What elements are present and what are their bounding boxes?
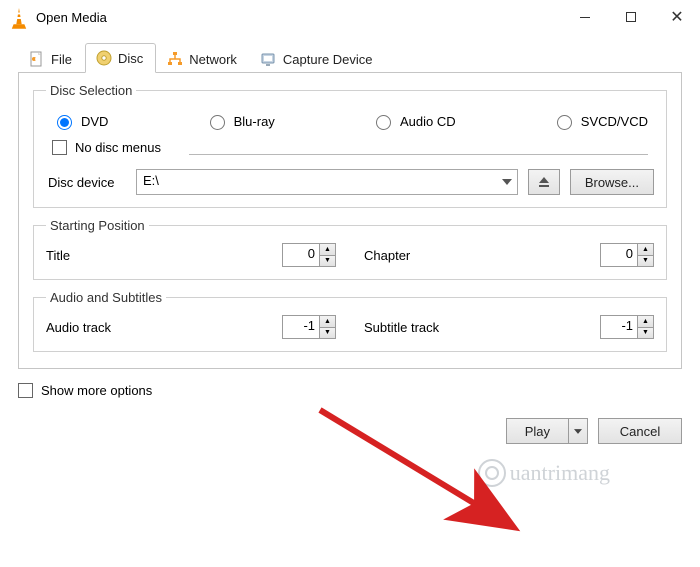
chapter-spin-down[interactable]: ▼ xyxy=(638,256,653,267)
title-value: 0 xyxy=(283,244,319,266)
watermark: uantrimang xyxy=(478,459,610,487)
tab-disc-label: Disc xyxy=(118,51,143,66)
tab-network[interactable]: Network xyxy=(156,44,250,73)
disc-device-value: E:\ xyxy=(137,170,497,194)
title-spin-up[interactable]: ▲ xyxy=(320,244,335,256)
audio-track-spinbox[interactable]: -1 ▲▼ xyxy=(282,315,336,339)
title-label: Title xyxy=(46,248,70,263)
chapter-col: Chapter 0 ▲▼ xyxy=(364,243,654,267)
cancel-label: Cancel xyxy=(620,424,660,439)
show-more-row: Show more options xyxy=(0,375,700,398)
disc-selection-legend: Disc Selection xyxy=(46,83,136,98)
disc-panel: Disc Selection DVD Blu-ray Audio CD SVCD… xyxy=(18,73,682,369)
network-icon xyxy=(167,51,183,67)
bulb-icon xyxy=(478,459,506,487)
play-dropdown-button[interactable] xyxy=(568,418,588,444)
radio-audiocd-label: Audio CD xyxy=(400,114,456,129)
subtitle-track-spinbox[interactable]: -1 ▲▼ xyxy=(600,315,654,339)
radio-bluray-input[interactable] xyxy=(210,115,225,130)
chapter-label: Chapter xyxy=(364,248,410,263)
vlc-cone-icon xyxy=(10,8,28,26)
titlebar: Open Media ✕ xyxy=(0,0,700,34)
capture-icon xyxy=(261,51,277,67)
action-row: Play Cancel xyxy=(0,398,700,444)
radio-svcd[interactable]: SVCD/VCD xyxy=(552,112,648,130)
subtitle-track-label: Subtitle track xyxy=(364,320,439,335)
file-icon xyxy=(29,51,45,67)
browse-label: Browse... xyxy=(585,175,639,190)
tab-bar: File Disc Network Capture Device xyxy=(18,42,682,73)
radio-audiocd[interactable]: Audio CD xyxy=(371,112,456,130)
audio-track-col: Audio track -1 ▲▼ xyxy=(46,315,336,339)
watermark-text: uantrimang xyxy=(510,460,610,486)
title-col: Title 0 ▲▼ xyxy=(46,243,336,267)
radio-audiocd-input[interactable] xyxy=(376,115,391,130)
audio-track-value: -1 xyxy=(283,316,319,338)
audio-spin-down[interactable]: ▼ xyxy=(320,328,335,339)
disc-device-row: Disc device E:\ Browse... xyxy=(46,163,654,195)
audio-track-label: Audio track xyxy=(46,320,111,335)
title-spinbox[interactable]: 0 ▲▼ xyxy=(282,243,336,267)
radio-svcd-input[interactable] xyxy=(557,115,572,130)
tab-capture-label: Capture Device xyxy=(283,52,373,67)
divider-line xyxy=(189,154,648,155)
cancel-button[interactable]: Cancel xyxy=(598,418,682,444)
play-label: Play xyxy=(525,424,550,439)
disc-device-combo[interactable]: E:\ xyxy=(136,169,518,195)
radio-svcd-label: SVCD/VCD xyxy=(581,114,648,129)
tab-file-label: File xyxy=(51,52,72,67)
disc-selection-group: Disc Selection DVD Blu-ray Audio CD SVCD… xyxy=(33,83,667,208)
eject-button[interactable] xyxy=(528,169,560,195)
subtitle-spin-up[interactable]: ▲ xyxy=(638,316,653,328)
radio-dvd-input[interactable] xyxy=(57,115,72,130)
radio-dvd-label: DVD xyxy=(81,114,108,129)
chapter-value: 0 xyxy=(601,244,637,266)
disc-type-row: DVD Blu-ray Audio CD SVCD/VCD xyxy=(46,108,654,140)
window-controls: ✕ xyxy=(562,2,700,32)
disc-icon xyxy=(96,50,112,66)
audio-spin-up[interactable]: ▲ xyxy=(320,316,335,328)
no-disc-menus-checkbox[interactable] xyxy=(52,140,67,155)
radio-bluray-label: Blu-ray xyxy=(234,114,275,129)
starting-position-legend: Starting Position xyxy=(46,218,149,233)
chevron-down-icon[interactable] xyxy=(497,170,517,194)
subtitle-track-value: -1 xyxy=(601,316,637,338)
show-more-checkbox[interactable] xyxy=(18,383,33,398)
browse-button[interactable]: Browse... xyxy=(570,169,654,195)
disc-device-label: Disc device xyxy=(48,175,126,190)
no-disc-menus-label: No disc menus xyxy=(75,140,161,155)
audio-subtitles-legend: Audio and Subtitles xyxy=(46,290,166,305)
radio-dvd[interactable]: DVD xyxy=(52,112,108,130)
chapter-spinbox[interactable]: 0 ▲▼ xyxy=(600,243,654,267)
tab-capture[interactable]: Capture Device xyxy=(250,44,386,73)
chapter-spin-up[interactable]: ▲ xyxy=(638,244,653,256)
tab-network-label: Network xyxy=(189,52,237,67)
starting-position-group: Starting Position Title 0 ▲▼ Chapter 0 ▲… xyxy=(33,218,667,280)
subtitle-spin-down[interactable]: ▼ xyxy=(638,328,653,339)
play-button[interactable]: Play xyxy=(506,418,568,444)
no-disc-menus-row: No disc menus xyxy=(46,140,654,163)
maximize-button[interactable] xyxy=(608,2,654,32)
radio-bluray[interactable]: Blu-ray xyxy=(205,112,275,130)
window-title: Open Media xyxy=(36,10,562,25)
tab-file[interactable]: File xyxy=(18,44,85,73)
show-more-label: Show more options xyxy=(41,383,152,398)
tab-disc[interactable]: Disc xyxy=(85,43,156,73)
audio-subtitles-group: Audio and Subtitles Audio track -1 ▲▼ Su… xyxy=(33,290,667,352)
close-button[interactable]: ✕ xyxy=(654,2,700,32)
play-split-button: Play xyxy=(506,418,588,444)
subtitle-track-col: Subtitle track -1 ▲▼ xyxy=(364,315,654,339)
minimize-button[interactable] xyxy=(562,2,608,32)
title-spin-down[interactable]: ▼ xyxy=(320,256,335,267)
